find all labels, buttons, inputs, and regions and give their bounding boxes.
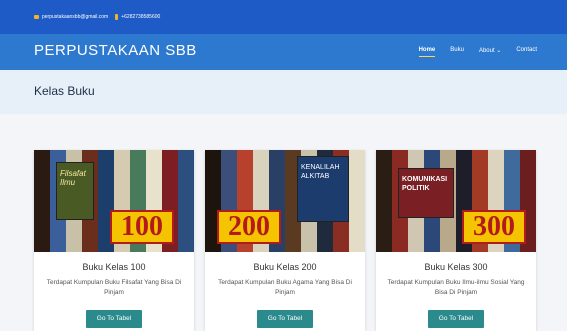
book-class-card: Filsafat Ilmu 100 Buku Kelas 100 Terdapa… — [34, 150, 194, 331]
nav-contact[interactable]: Contact — [516, 47, 537, 57]
top-contact-bar: perpustakaansbb@gmail.com +6282738585600 — [0, 0, 567, 34]
class-number-badge: 300 — [462, 210, 526, 244]
go-to-table-button[interactable]: Go To Tabel — [428, 310, 484, 328]
navbar: PERPUSTAKAAN SBB Home Buku About ⌄ Conta… — [0, 34, 567, 70]
go-to-table-button[interactable]: Go To Tabel — [257, 310, 313, 328]
card-title: Buku Kelas 300 — [424, 262, 488, 272]
card-description: Terdapat Kumpulan Buku Filsafat Yang Bis… — [46, 279, 182, 296]
card-description: Terdapat Kumpulan Buku Ilmu-ilmu Sosial … — [387, 279, 525, 296]
bookshelf-image: Filsafat Ilmu 100 — [34, 150, 194, 252]
bookshelf-image: KOMUNIKASI POLITIK 300 — [376, 150, 536, 252]
book-cover: KOMUNIKASI POLITIK — [398, 168, 454, 218]
phone-text: +6282738585600 — [121, 14, 161, 20]
card-description: Terdapat Kumpulan Buku Agama Yang Bisa D… — [218, 279, 352, 296]
card-title: Buku Kelas 100 — [82, 262, 146, 272]
nav-menu: Home Buku About ⌄ Contact — [418, 47, 537, 57]
card-title: Buku Kelas 200 — [253, 262, 317, 272]
email-icon — [34, 15, 39, 19]
contact-info: perpustakaansbb@gmail.com +6282738585600 — [34, 14, 160, 20]
book-class-card: KOMUNIKASI POLITIK 300 Buku Kelas 300 Te… — [376, 150, 536, 331]
email-text: perpustakaansbb@gmail.com — [42, 14, 109, 20]
book-cover: KENALILAH ALKITAB — [297, 156, 349, 222]
site-brand[interactable]: PERPUSTAKAAN SBB — [34, 42, 197, 59]
go-to-table-button[interactable]: Go To Tabel — [86, 310, 142, 328]
nav-home[interactable]: Home — [418, 47, 436, 57]
nav-about[interactable]: About ⌄ — [479, 47, 501, 57]
page-heading: Kelas Buku — [0, 70, 567, 114]
page-title: Kelas Buku — [34, 84, 95, 98]
phone-icon — [115, 14, 119, 20]
bookshelf-image: KENALILAH ALKITAB 200 — [205, 150, 365, 252]
book-class-card: KENALILAH ALKITAB 200 Buku Kelas 200 Ter… — [205, 150, 365, 331]
book-cover: Filsafat Ilmu — [56, 162, 94, 220]
class-number-badge: 200 — [217, 210, 281, 244]
class-number-badge: 100 — [110, 210, 174, 244]
nav-buku[interactable]: Buku — [450, 47, 464, 57]
